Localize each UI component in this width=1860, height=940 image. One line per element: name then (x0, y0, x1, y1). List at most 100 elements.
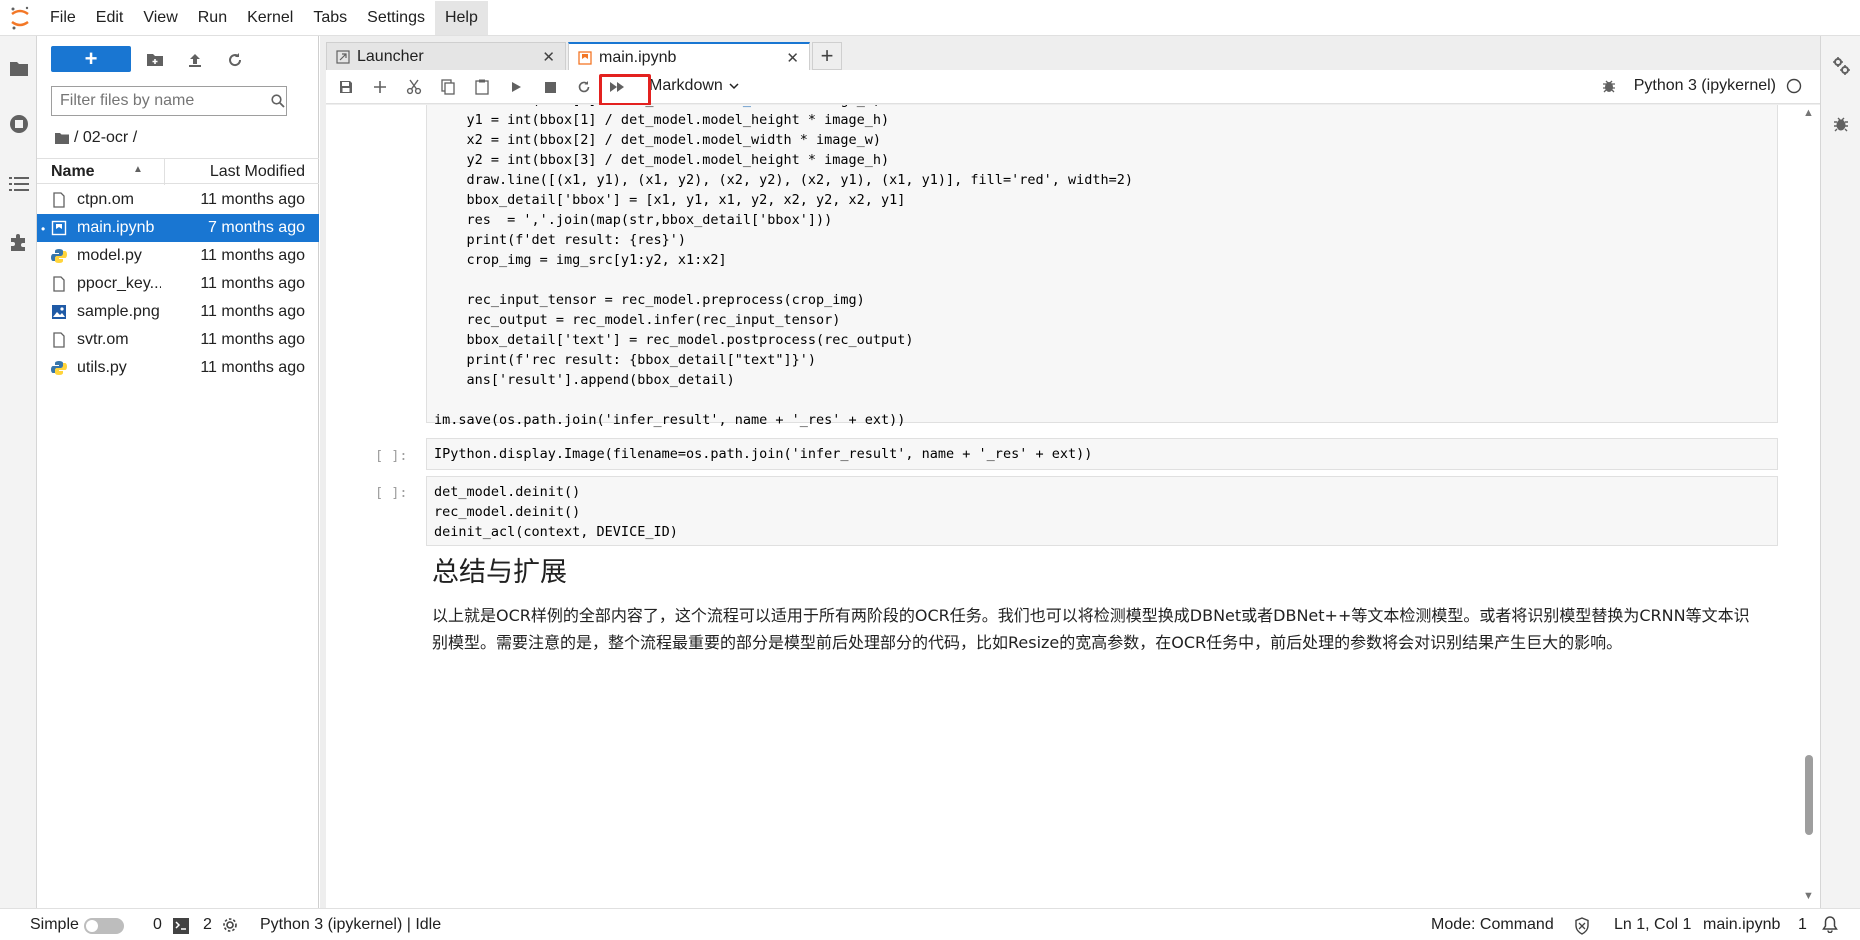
paste-icon[interactable] (470, 75, 494, 99)
simple-mode-toggle[interactable] (84, 918, 124, 934)
scroll-thumb[interactable] (1805, 755, 1813, 835)
list-item[interactable]: ppocr_key... 11 months ago (37, 270, 319, 298)
cell-type-dropdown[interactable]: Markdown (649, 77, 739, 95)
file-name: utils.py (77, 359, 127, 376)
tab-bar: Launcher ✕ main.ipynb ✕ + (320, 36, 1820, 71)
column-modified-header[interactable]: Last Modified (210, 163, 305, 181)
list-item[interactable]: model.py 11 months ago (37, 242, 319, 270)
tab-launcher[interactable]: Launcher ✕ (326, 42, 566, 70)
file-modified: 11 months ago (200, 331, 305, 348)
code-line: y2 = int(bbox[3] / det_model.model_heigh… (434, 152, 890, 168)
code-line: y1 = int(bbox[1] / det_model.model_heigh… (434, 112, 890, 128)
code-cell-1[interactable]: x1 = int(bbox[0] / det_model.model_width… (426, 105, 1778, 428)
code-line: res = ','.join(map(str,bbox_detail['bbox… (434, 212, 833, 228)
bell-icon[interactable] (1822, 915, 1838, 938)
extension-manager-icon[interactable] (0, 222, 37, 262)
status-bar: Simple 0 2 Python 3 (ipykernel) | Idle M… (0, 908, 1860, 940)
terminal-count[interactable]: 0 (153, 916, 162, 934)
list-item[interactable]: ctpn.om 11 months ago (37, 186, 319, 214)
list-item[interactable]: utils.py 11 months ago (37, 354, 319, 382)
tab-main-notebook[interactable]: main.ipynb ✕ (568, 42, 810, 71)
chevron-down-icon (729, 82, 739, 90)
kernel-gear-icon (222, 917, 238, 938)
kernel-name[interactable]: Python 3 (ipykernel) (1634, 77, 1776, 95)
menu-settings[interactable]: Settings (357, 1, 435, 35)
debugger-icon[interactable] (1821, 104, 1860, 144)
image-icon (51, 304, 67, 320)
run-icon[interactable] (504, 75, 528, 99)
cut-icon[interactable] (402, 75, 426, 99)
code-cell-2[interactable]: IPython.display.Image(filename=os.path.j… (426, 438, 1778, 470)
file-browser-panel: + / 02-ocr / Name ▲ Last Modified ctpn.o… (37, 36, 319, 908)
menu-kernel[interactable]: Kernel (237, 1, 303, 35)
highlight-box (599, 74, 651, 106)
new-tab-button[interactable]: + (812, 42, 842, 70)
upload-icon[interactable] (183, 48, 207, 72)
code-line: IPython.display.Image(filename=os.path.j… (434, 446, 1093, 462)
new-folder-icon[interactable] (143, 48, 167, 72)
save-icon[interactable] (334, 75, 358, 99)
close-icon[interactable]: ✕ (786, 49, 799, 67)
code-line: deinit_acl(context, DEVICE_ID) (434, 524, 678, 540)
menu-view[interactable]: View (133, 1, 187, 35)
file-icon (51, 332, 67, 348)
debugger-icon[interactable] (1602, 78, 1616, 94)
tab-label: main.ipynb (599, 49, 677, 66)
status-filename: main.ipynb (1703, 916, 1781, 933)
folder-icon[interactable] (0, 48, 37, 88)
file-list: ctpn.om 11 months ago • main.ipynb 7 mon… (37, 186, 319, 382)
list-item[interactable]: sample.png 11 months ago (37, 298, 319, 326)
insert-cell-icon[interactable] (368, 75, 392, 99)
file-modified: 7 months ago (208, 219, 305, 236)
refresh-icon[interactable] (223, 48, 247, 72)
column-name-header[interactable]: Name (51, 163, 95, 181)
breadcrumb-path[interactable]: / 02-ocr / (74, 129, 137, 147)
new-launcher-button[interactable]: + (51, 46, 131, 72)
kernel-count[interactable]: 2 (203, 916, 212, 934)
code-line: draw.line([(x1, y1), (x1, y2), (x2, y2),… (434, 172, 1133, 188)
markdown-paragraph: 以上就是OCR样例的全部内容了，这个流程可以适用于所有两阶段的OCR任务。我们也… (432, 606, 1750, 652)
code-line: x2 = int(bbox[2] / det_model.model_width… (434, 132, 882, 148)
file-filter-field[interactable] (51, 86, 287, 116)
close-icon[interactable]: ✕ (542, 48, 555, 66)
terminal-icon (173, 918, 189, 939)
python-icon (51, 360, 67, 376)
cursor-position[interactable]: Ln 1, Col 1 (1614, 916, 1691, 934)
home-folder-icon[interactable] (55, 132, 69, 144)
file-modified: 11 months ago (200, 359, 305, 376)
restart-icon[interactable] (572, 75, 596, 99)
kernel-status[interactable]: Python 3 (ipykernel) | Idle (260, 916, 441, 934)
menu-tabs[interactable]: Tabs (303, 1, 357, 35)
file-list-header: Name ▲ Last Modified (37, 158, 319, 185)
menu-run[interactable]: Run (188, 1, 237, 35)
code-line: det_model.deinit() (434, 484, 581, 500)
file-filter-input[interactable] (52, 88, 269, 114)
list-item[interactable]: • main.ipynb 7 months ago (37, 214, 319, 242)
scroll-down-icon[interactable]: ▼ (1803, 890, 1814, 902)
file-icon (51, 276, 67, 292)
notification-count[interactable]: 1 (1798, 916, 1807, 934)
table-of-contents-icon[interactable] (0, 164, 37, 204)
notebook-scrollbar[interactable]: ▲ ▼ (1802, 105, 1816, 908)
code-cell-3[interactable]: det_model.deinit() rec_model.deinit() de… (426, 476, 1778, 546)
stop-icon[interactable] (538, 75, 562, 99)
code-line: rec_model.deinit() (434, 504, 581, 520)
trusted-shield-icon[interactable] (1574, 917, 1590, 940)
property-inspector-icon[interactable] (1821, 46, 1860, 86)
running-sessions-icon[interactable] (0, 104, 37, 144)
code-line: im.save(os.path.join('infer_result', nam… (434, 412, 906, 428)
copy-icon[interactable] (436, 75, 460, 99)
left-activity-bar (0, 36, 37, 908)
search-icon (269, 94, 286, 108)
python-icon (51, 248, 67, 264)
notebook-icon (51, 220, 67, 236)
menu-help[interactable]: Help (434, 0, 488, 35)
code-line: bbox_detail['bbox'] = [x1, y1, x1, y2, x… (434, 192, 906, 208)
code-line: rec_input_tensor = rec_model.preprocess(… (434, 292, 865, 308)
list-item[interactable]: svtr.om 11 months ago (37, 326, 319, 354)
file-name: ppocr_key... (77, 275, 161, 292)
menu-file[interactable]: File (40, 1, 86, 35)
menu-edit[interactable]: Edit (86, 1, 134, 35)
scroll-up-icon[interactable]: ▲ (1803, 107, 1814, 119)
simple-mode-label: Simple (30, 916, 79, 933)
